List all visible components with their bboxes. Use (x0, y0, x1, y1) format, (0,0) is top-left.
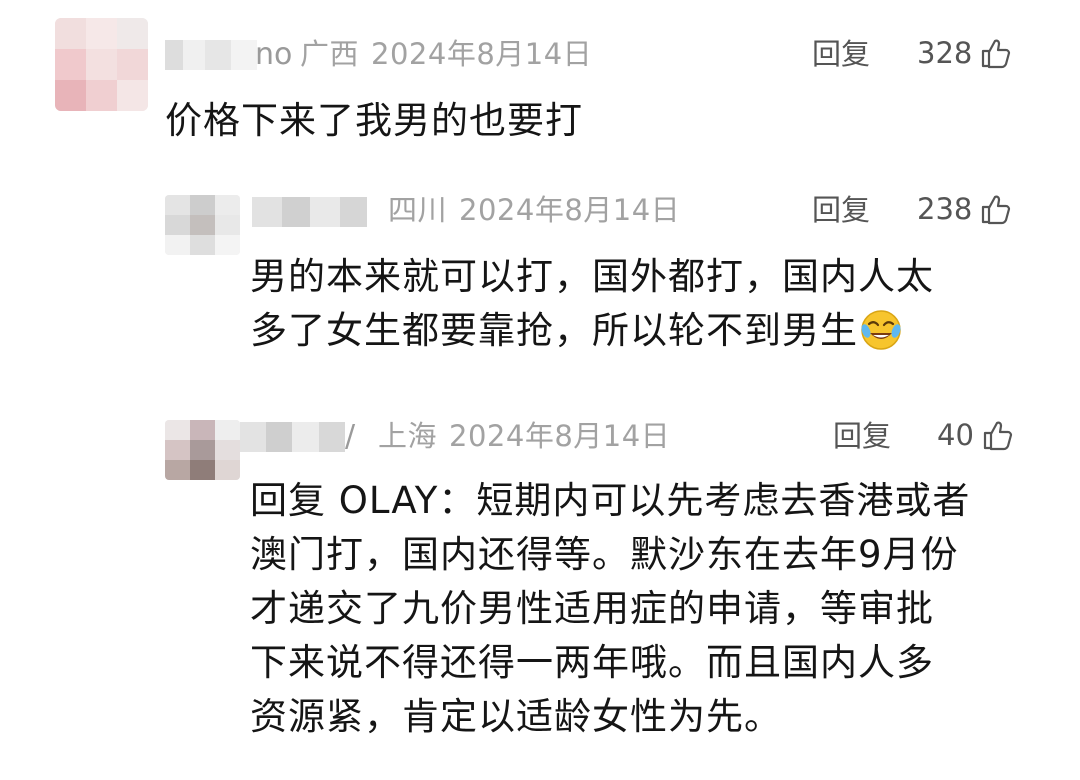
reply-text-line: 多了女生都要靠抢，所以轮不到男生 (250, 304, 934, 358)
like-button[interactable]: 238 (917, 193, 1012, 225)
reply-text-line: 回复 OLAY：短期内可以先考虑去香港或者 (250, 474, 970, 528)
avatar[interactable] (165, 195, 240, 255)
reply-button[interactable]: 回复 (833, 422, 891, 451)
reply-text: 男的本来就可以打，国外都打，国内人太 多了女生都要靠抢，所以轮不到男生 (250, 250, 934, 358)
location-label: 广西 (300, 37, 360, 71)
reply-button[interactable]: 回复 (812, 196, 870, 225)
avatar[interactable] (165, 420, 240, 480)
reply-text-line: 资源紧，肯定以适龄女性为先。 (250, 695, 782, 738)
comment-text: 价格下来了我男的也要打 (165, 99, 583, 142)
reply-text: 回复 OLAY：短期内可以先考虑去香港或者 澳门打，国内还得等。默沙东在去年9月… (250, 474, 970, 744)
thumbs-up-icon (982, 39, 1011, 69)
username-blurred[interactable] (240, 422, 345, 452)
date-label: 2024年8月14日 (449, 419, 671, 453)
thumbs-up-icon (983, 421, 1013, 451)
location-label: 四川 (388, 193, 448, 227)
location-label: 上海 (378, 419, 438, 453)
like-count: 40 (937, 417, 974, 452)
like-count: 238 (917, 191, 973, 226)
thumbs-up-icon (982, 195, 1011, 225)
reply-text-line: 才递交了九价男性适用症的申请，等审批 (250, 587, 934, 630)
like-count: 328 (917, 35, 973, 70)
reply-text-segment: 多了女生都要靠抢，所以轮不到男生 (250, 309, 858, 352)
username-blurred[interactable] (165, 40, 257, 70)
crying-laughing-emoji-icon (861, 310, 901, 350)
comment-meta: 广西 2024年8月14日 (300, 40, 592, 69)
reply-to-prefix: 回复 OLAY： (250, 479, 477, 522)
reply-text-line: 澳门打，国内还得等。默沙东在去年9月份 (250, 533, 959, 576)
like-button[interactable]: 40 (937, 419, 1014, 451)
date-label: 2024年8月14日 (459, 193, 681, 227)
comment-meta: 四川 2024年8月14日 (388, 196, 680, 225)
reply-text-line: 下来说不得还得一两年哦。而且国内人多 (250, 641, 934, 684)
reply-button[interactable]: 回复 (812, 40, 870, 69)
username-tail[interactable]: no (255, 40, 292, 70)
reply-text-segment: 短期内可以先考虑去香港或者 (476, 479, 971, 522)
username-blurred[interactable] (252, 197, 367, 227)
date-label: 2024年8月14日 (371, 37, 593, 71)
avatar[interactable] (55, 18, 148, 111)
username-tail[interactable]: / (345, 422, 355, 452)
comment-meta: 上海 2024年8月14日 (378, 422, 670, 451)
reply-text-line: 男的本来就可以打，国外都打，国内人太 (250, 255, 934, 298)
like-button[interactable]: 328 (917, 37, 1012, 69)
